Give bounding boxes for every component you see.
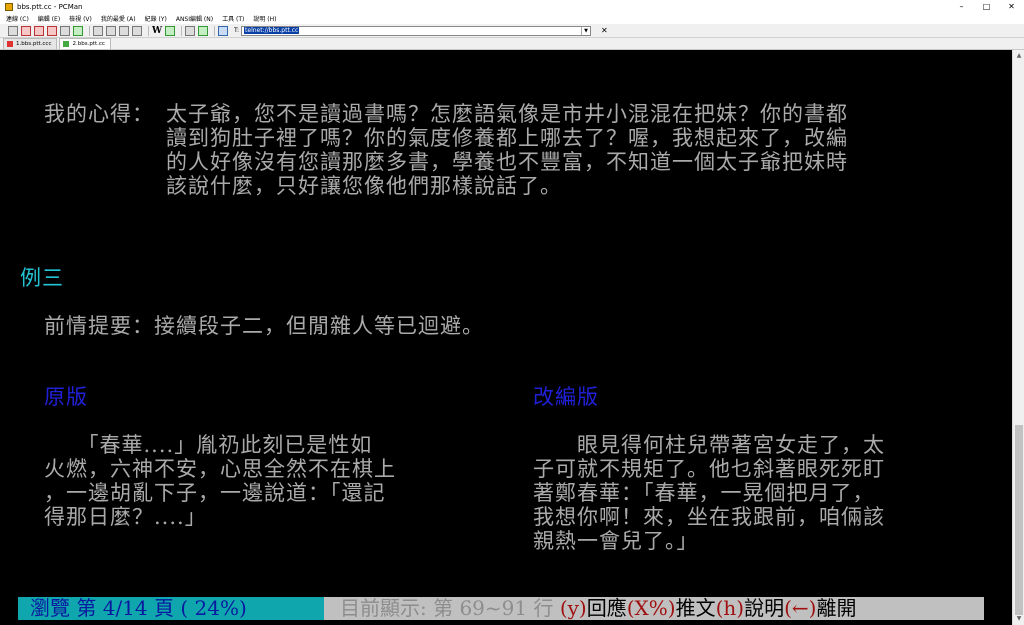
new-connection-icon[interactable] bbox=[21, 25, 31, 36]
scroll-down-icon[interactable]: ▼ bbox=[1013, 613, 1024, 625]
maximize-button[interactable]: □ bbox=[974, 0, 999, 13]
adapted-line: 著鄭春華：「春華，一晃個把月了， bbox=[533, 481, 875, 505]
toolbar-divider bbox=[148, 25, 149, 36]
disconnect-icon[interactable] bbox=[47, 25, 57, 36]
wikipedia-icon[interactable]: W bbox=[152, 26, 162, 36]
review-line: 太子爺，您不是讀過書嗎？怎麼語氣像是市井小混混在把妹？你的書都 bbox=[166, 102, 848, 126]
menu-favorites[interactable]: 我的最愛 (A) bbox=[101, 14, 136, 23]
menu-log[interactable]: 紀錄 (Y) bbox=[145, 14, 167, 23]
menu-bar: 連線 (C) 編輯 (E) 檢視 (V) 我的最愛 (A) 紀錄 (Y) ANS… bbox=[0, 13, 1024, 24]
help-label: 說明 bbox=[744, 596, 785, 620]
menu-edit[interactable]: 編輯 (E) bbox=[38, 14, 60, 23]
disconnected-icon bbox=[7, 41, 13, 47]
paste-with-color-icon[interactable] bbox=[132, 25, 142, 36]
scrollbar-thumb[interactable] bbox=[1015, 425, 1023, 615]
tab-bar: 1.bbs.ptt.ccc 2.bbs.ptt.cc bbox=[0, 38, 1024, 50]
review-line: 的人好像沒有您讀那麼多書，學養也不豐富，不知道一個太子爺把妹時 bbox=[166, 150, 848, 174]
premise-line: 前情提要：接續段子二，但閒雜人等已迴避。 bbox=[44, 314, 484, 338]
site-list-icon[interactable] bbox=[8, 25, 18, 36]
copy-icon[interactable] bbox=[93, 25, 103, 36]
menu-view[interactable]: 檢視 (V) bbox=[69, 14, 92, 23]
toolbar-divider bbox=[181, 25, 182, 36]
address-close-button[interactable]: ✕ bbox=[601, 26, 608, 35]
review-label: 我的心得： bbox=[44, 102, 154, 126]
tab-1[interactable]: 1.bbs.ptt.ccc bbox=[3, 38, 58, 49]
pcman-app-icon bbox=[5, 2, 13, 11]
reply-hotkey[interactable]: (y) bbox=[560, 596, 587, 620]
tab-label: 2.bbs.ptt.cc bbox=[72, 41, 105, 47]
minimize-button[interactable]: – bbox=[949, 0, 974, 13]
review-line: 該說什麼，只好讓您像他們那樣說話了。 bbox=[166, 174, 562, 198]
original-version-title: 原版 bbox=[44, 385, 88, 409]
adapted-version-title: 改編版 bbox=[533, 385, 599, 409]
title-bar: bbs.ptt.cc - PCMan – □ ✕ bbox=[0, 0, 1024, 13]
original-line: 「春華....」胤礽此刻已是性如 bbox=[44, 433, 373, 457]
review-line: 讀到狗肚子裡了嗎？你的氣度修養都上哪去了？喔，我想起來了，改編 bbox=[166, 126, 848, 150]
original-line: 得那日麼？....」 bbox=[44, 505, 207, 529]
settings-icon[interactable] bbox=[198, 25, 208, 36]
original-line: 火燃，六神不安，心思全然不在棋上 bbox=[44, 457, 396, 481]
status-help: 目前顯示: 第 69~91 行 (y)回應(X%)推文(h)說明(←)離開 bbox=[324, 597, 984, 620]
chevron-down-icon[interactable]: ▼ bbox=[581, 26, 590, 35]
close-tab-icon[interactable] bbox=[60, 25, 70, 36]
toolbar-divider bbox=[214, 25, 215, 36]
adapted-line: 子可就不規矩了。他乜斜著眼死死盯 bbox=[533, 457, 885, 481]
emoticon-icon[interactable] bbox=[165, 25, 175, 36]
menu-ansi-edit[interactable]: ANSI編輯 (N) bbox=[176, 14, 213, 23]
reply-label: 回應 bbox=[586, 596, 627, 620]
status-bar: 瀏覽 第 4/14 頁 ( 24%) 目前顯示: 第 69~91 行 (y)回應… bbox=[18, 597, 984, 620]
window-title: bbs.ptt.cc - PCMan bbox=[17, 2, 83, 11]
vertical-scrollbar[interactable]: ▲ ▼ bbox=[1012, 50, 1024, 625]
section-heading: 例三 bbox=[20, 266, 64, 290]
leave-label: 離開 bbox=[816, 596, 857, 620]
leave-hotkey[interactable]: (←) bbox=[784, 596, 816, 620]
line-range: 目前顯示: 第 69~91 行 bbox=[340, 596, 560, 620]
page-indicator: 瀏覽 第 4/14 頁 ( 24%) bbox=[18, 597, 324, 620]
push-label: 推文 bbox=[675, 596, 716, 620]
reconnect-icon[interactable] bbox=[34, 25, 44, 36]
pin-icon[interactable] bbox=[73, 25, 83, 36]
adapted-line: 親熱一會兒了。」 bbox=[533, 529, 699, 553]
original-line: ，一邊胡亂下子，一邊說道：「還記 bbox=[44, 481, 386, 505]
copy-with-color-icon[interactable] bbox=[119, 25, 129, 36]
help-hotkey[interactable]: (h) bbox=[716, 596, 745, 620]
scroll-up-icon[interactable]: ▲ bbox=[1013, 50, 1024, 62]
tab-label: 1.bbs.ptt.ccc bbox=[16, 41, 52, 47]
close-button[interactable]: ✕ bbox=[999, 0, 1024, 13]
adapted-line: 我想你啊！來，坐在我跟前，咱倆該 bbox=[533, 505, 885, 529]
toolbar-divider bbox=[89, 25, 90, 36]
address-input[interactable]: telnet://bbs.ptt.cc ▼ bbox=[241, 25, 592, 36]
tab-2[interactable]: 2.bbs.ptt.cc bbox=[59, 38, 111, 49]
toolbar: W T: telnet://bbs.ptt.cc ▼ ✕ bbox=[0, 24, 1024, 38]
address-label: T: bbox=[234, 27, 240, 34]
connected-icon bbox=[63, 41, 70, 47]
refresh-icon[interactable] bbox=[218, 25, 228, 36]
paste-icon[interactable] bbox=[106, 25, 116, 36]
keyboard-icon[interactable] bbox=[185, 25, 195, 36]
adapted-line: 眼見得何柱兒帶著宮女走了，太 bbox=[533, 433, 885, 457]
menu-tools[interactable]: 工具 (T) bbox=[222, 14, 244, 23]
menu-connection[interactable]: 連線 (C) bbox=[6, 14, 29, 23]
push-hotkey[interactable]: (X%) bbox=[627, 596, 676, 620]
address-value: telnet://bbs.ptt.cc bbox=[244, 26, 300, 34]
terminal-screen[interactable]: 我的心得： 太子爺，您不是讀過書嗎？怎麼語氣像是市井小混混在把妹？你的書都 讀到… bbox=[0, 50, 1012, 625]
menu-help[interactable]: 說明 (H) bbox=[253, 14, 276, 23]
